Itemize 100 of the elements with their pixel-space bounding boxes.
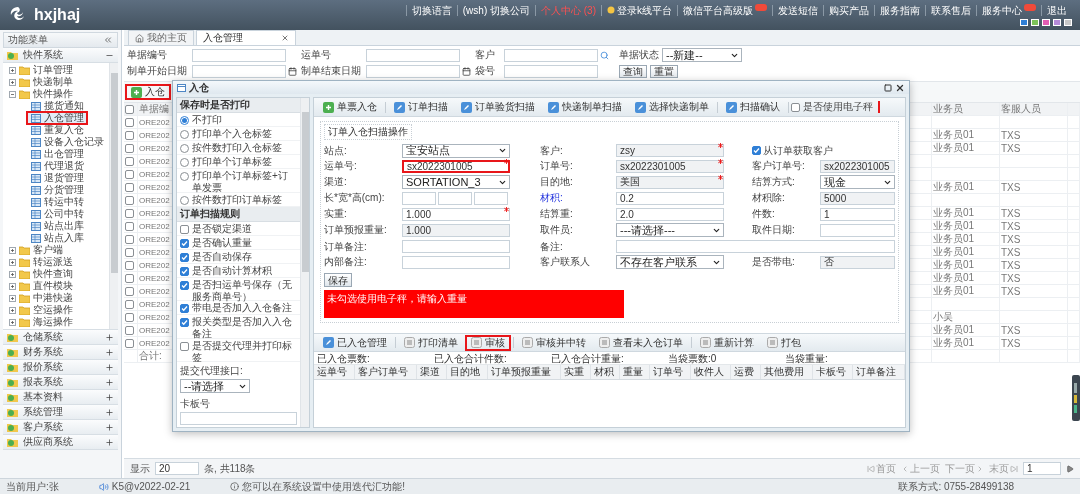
tree-item[interactable]: 站点出库 [3, 220, 109, 232]
header-link[interactable]: 登录k线平台 [601, 4, 677, 16]
close-icon[interactable] [895, 82, 905, 93]
header-link[interactable]: 服务中心 [976, 4, 1041, 16]
toolbar-button[interactable]: 已入仓管理 [317, 334, 393, 351]
header-link[interactable]: 切换语言 [405, 4, 457, 16]
calendar-icon[interactable] [288, 66, 297, 76]
checkbox[interactable] [125, 312, 134, 322]
checkbox[interactable] [180, 224, 189, 234]
toolbar-button[interactable]: 单票入仓 [317, 99, 383, 115]
collapse-icon[interactable] [9, 90, 16, 98]
checkbox[interactable] [752, 146, 761, 155]
menu-section[interactable]: 系统管理 [3, 405, 118, 420]
input-field[interactable] [192, 64, 286, 78]
tree-item[interactable]: 退货管理 [3, 172, 109, 184]
maximize-icon[interactable] [884, 83, 892, 92]
input-field[interactable]: 0.2 [616, 191, 724, 205]
tree-item[interactable]: 设备入仓记录 [3, 136, 109, 148]
tree-item[interactable]: 快递制单 [3, 76, 109, 88]
tree-item[interactable]: 中港快递 [3, 292, 109, 304]
input-field[interactable]: 1.000 [402, 207, 510, 221]
tree-item[interactable]: 公司中转 [3, 208, 109, 220]
menu-section[interactable]: 报价系统 [3, 360, 118, 375]
input-field[interactable] [504, 48, 598, 62]
tree-item[interactable]: 客户端 [3, 244, 109, 256]
header-link[interactable]: (wsh) 切换公司 [456, 4, 535, 16]
toolbar-button[interactable]: 快递制单扫描 [542, 99, 628, 115]
expand-icon[interactable] [9, 318, 16, 326]
expand-icon[interactable] [9, 258, 16, 266]
tree-item[interactable]: 快件操作 [3, 88, 109, 100]
input-field[interactable] [616, 240, 895, 253]
filter-button[interactable]: 查询 [619, 64, 647, 78]
theme-swatch[interactable] [1064, 18, 1072, 26]
tree-item[interactable]: 空运操作 [3, 304, 109, 316]
radio-button[interactable] [180, 195, 189, 205]
checkbox[interactable] [125, 273, 134, 283]
tree-item[interactable]: 分货管理 [3, 184, 109, 196]
checkbox[interactable] [125, 208, 134, 218]
input-field[interactable] [820, 223, 895, 237]
input-field[interactable] [402, 255, 510, 269]
toolbar-button[interactable]: 重新计算 [694, 334, 760, 351]
field-link[interactable]: 材积: [540, 191, 563, 206]
checkbox[interactable] [125, 169, 134, 179]
expand-icon[interactable] [9, 270, 16, 278]
filter-button[interactable]: 重置 [650, 64, 678, 78]
search-icon[interactable] [600, 50, 609, 60]
input-field[interactable] [402, 191, 436, 205]
checkbox[interactable] [180, 318, 189, 327]
toolbar-button[interactable]: 查看未入仓订单 [593, 334, 689, 351]
tree-item[interactable]: 出仓管理 [3, 148, 109, 160]
checkbox[interactable] [125, 325, 134, 335]
checkbox[interactable] [125, 195, 134, 205]
checkbox[interactable] [125, 130, 134, 140]
menu-section[interactable]: 供应商系统 [3, 435, 118, 450]
checkbox[interactable] [125, 247, 134, 257]
input-field[interactable]: sx2022301005 [402, 159, 510, 173]
checkbox[interactable] [125, 104, 134, 114]
expand-icon[interactable] [9, 282, 16, 290]
radio-button[interactable] [180, 116, 189, 125]
menu-section[interactable]: 财务系统 [3, 345, 118, 360]
theme-swatch[interactable] [1020, 18, 1028, 26]
checkbox[interactable] [180, 266, 189, 276]
toolbar-button[interactable]: 选择快递制单 [629, 99, 715, 115]
tree-item[interactable]: 入仓管理 [27, 112, 87, 124]
checkbox[interactable] [125, 286, 134, 296]
radio-button[interactable] [180, 172, 189, 181]
input-field[interactable]: 2.0 [616, 207, 724, 221]
input-field[interactable] [504, 64, 598, 78]
select-field[interactable]: ---请选择--- [616, 223, 724, 238]
toolbar-button[interactable]: 订单扫描 [388, 99, 454, 115]
input-field[interactable]: 1 [820, 207, 895, 221]
checkbox[interactable] [180, 238, 189, 248]
checkbox[interactable] [125, 156, 134, 166]
toolbar-button[interactable]: 订单验货扫描 [455, 99, 541, 115]
input-field[interactable]: 20 [155, 462, 199, 475]
input-field[interactable]: sx2022301005 [820, 159, 895, 173]
expand-icon[interactable] [9, 306, 16, 314]
side-widget-drawing[interactable] [1072, 375, 1080, 421]
expand-icon[interactable] [9, 66, 16, 74]
expand-icon[interactable] [9, 294, 16, 302]
tree-item[interactable]: 转运派送 [3, 256, 109, 268]
toolbar-button[interactable]: 审核 [465, 334, 511, 351]
select-field[interactable]: 不存在客户联系 [616, 255, 724, 270]
radio-button[interactable] [180, 158, 189, 167]
input-field[interactable]: 5000 [820, 191, 895, 205]
tree-item[interactable]: 揽货通知 [3, 100, 109, 112]
input-field[interactable]: 1.000 [402, 223, 510, 237]
tab[interactable]: 我的主页 [128, 30, 194, 45]
play-icon[interactable] [1066, 464, 1074, 473]
save-button[interactable]: 保存 [324, 273, 352, 287]
toolbar-button[interactable]: 打印清单 [398, 334, 464, 351]
select-field[interactable]: 宝安站点 [402, 143, 510, 158]
checkbox[interactable] [125, 299, 134, 309]
expand-icon[interactable] [9, 246, 16, 254]
input-field[interactable]: sx2022301005 [616, 159, 724, 173]
tree-item[interactable]: 海运操作 [3, 316, 109, 328]
select-field[interactable]: 现金 [820, 175, 895, 190]
input-field[interactable] [402, 240, 510, 253]
header-link[interactable]: 联系售后 [925, 4, 976, 16]
menu-section[interactable]: 快件系统 [3, 48, 118, 63]
